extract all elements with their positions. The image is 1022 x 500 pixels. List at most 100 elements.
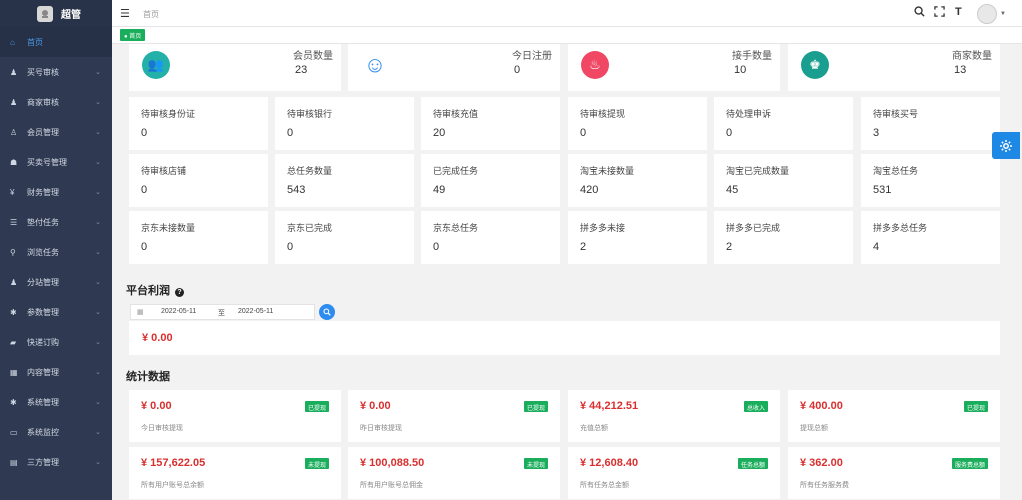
sidebar-item-11[interactable]: ▦ 内容管理 ⌄ [0,357,112,387]
fullscreen-icon[interactable] [934,6,945,20]
profit-title: 平台利润 [126,285,170,297]
sidebar-item-14[interactable]: ▤ 三方管理 ⌄ [0,447,112,477]
chevron-down-icon: ⌄ [95,459,101,466]
stats-amount: ¥ 12,608.40 [580,457,639,469]
metric-card: 待审核充值 20 [421,97,560,150]
tab-home[interactable]: ● 首页 [120,29,146,41]
metric-value: 2 [580,241,587,253]
sidebar-item-label: 三方管理 [27,457,59,467]
stats-card: ¥ 400.00 已提现 提现总额 [788,390,1000,442]
stats-amount: ¥ 44,212.51 [580,400,639,412]
search-icon: ⚲ [10,247,16,257]
metric-label: 京东总任务 [433,223,479,233]
sidebar-item-5[interactable]: ¥ 财务管理 ⌄ [0,177,112,207]
metric-label: 待审核提现 [580,109,626,119]
stat-value: 10 [734,64,747,76]
chevron-down-icon: ⌄ [95,369,101,376]
yen-icon: ¥ [10,187,15,197]
stats-label: 昨日审核提现 [360,425,402,432]
chevron-down-icon[interactable]: ▼ [1000,11,1006,17]
metric-value: 4 [873,241,880,253]
metric-value: 49 [433,184,446,196]
metric-value: 0 [141,184,148,196]
metric-card: 京东已完成 0 [275,211,414,264]
date-range-picker[interactable]: ▦ 2022-05-11 至 2022-05-11 [130,304,315,320]
breadcrumb[interactable]: 首页 [143,9,159,20]
metric-label: 待审核银行 [287,109,333,119]
robot-icon: ☺ [363,52,387,77]
sidebar-item-13[interactable]: ▭ 系统监控 ⌄ [0,417,112,447]
sidebar-item-2[interactable]: ♟ 商家审核 ⌄ [0,87,112,117]
metric-card: 已完成任务 49 [421,154,560,207]
sidebar-item-7[interactable]: ⚲ 浏览任务 ⌄ [0,237,112,267]
sidebar-item-8[interactable]: ♟ 分站管理 ⌄ [0,267,112,297]
metric-card: 待处理申诉 0 [714,97,853,150]
metric-card: 待审核银行 0 [275,97,414,150]
user-check-icon: ♟ [10,67,18,77]
date-end[interactable]: 2022-05-11 [238,308,273,315]
metric-card: 待审核店铺 0 [129,154,268,207]
search-icon[interactable] [914,6,925,20]
metric-card: 拼多多未接 2 [568,211,707,264]
menu-fold-icon[interactable]: ☰ [120,7,130,20]
status-badge: 未提现 [304,458,329,469]
metric-value: 531 [873,184,892,196]
account-icon: ☗ [10,157,18,167]
metric-card: 淘宝已完成数量 45 [714,154,853,207]
stats-card: ¥ 100,088.50 未提现 所有用户账号总佣金 [348,447,560,499]
metric-label: 京东未接数量 [141,223,196,233]
stats-label: 所有用户账号总佣金 [360,482,423,489]
sidebar-item-label: 会员管理 [27,127,59,137]
stat-label: 今日注册 [512,51,552,62]
metric-label: 京东已完成 [287,223,333,233]
status-badge: 已提现 [963,401,988,412]
status-badge: 已提现 [523,401,548,412]
metric-card: 淘宝总任务 531 [861,154,1000,207]
sidebar-item-0[interactable]: ⌂ 首页 [0,27,112,57]
sidebar-item-3[interactable]: ♙ 会员管理 ⌄ [0,117,112,147]
chevron-down-icon: ⌄ [95,279,101,286]
status-badge: 服务费总额 [951,458,988,469]
users-icon: 👥 [142,51,170,79]
sidebar-item-10[interactable]: ▰ 快递订购 ⌄ [0,327,112,357]
metric-value: 3 [873,127,880,139]
metric-value: 0 [580,127,587,139]
metric-label: 拼多多已完成 [726,223,781,233]
sidebar-item-1[interactable]: ♟ 买号审核 ⌄ [0,57,112,87]
stat-card: 👥 会员数量 23 [129,44,341,91]
sidebar-item-6[interactable]: ☰ 垫付任务 ⌄ [0,207,112,237]
sidebar-item-12[interactable]: ✱ 系统管理 ⌄ [0,387,112,417]
profit-amount: ¥ 0.00 [142,332,173,344]
theme-settings-button[interactable] [992,132,1020,159]
metric-label: 淘宝总任务 [873,166,919,176]
font-size-icon[interactable]: T [955,6,962,18]
date-start[interactable]: 2022-05-11 [161,308,196,315]
metric-value: 0 [287,127,294,139]
metric-value: 0 [141,241,148,253]
grid-icon: ▦ [10,367,18,377]
sidebar-item-label: 浏览任务 [27,247,59,257]
sidebar-item-label: 参数管理 [27,307,59,317]
member-icon: ♙ [10,127,18,137]
chevron-down-icon: ⌄ [95,129,101,136]
stats-label: 所有用户账号总余额 [141,482,204,489]
metric-card: 待审核身份证 0 [129,97,268,150]
help-icon[interactable]: ? [175,288,185,297]
metric-label: 拼多多未接 [580,223,626,233]
tags-view: ● 首页 [112,27,1022,44]
sidebar-item-9[interactable]: ✱ 参数管理 ⌄ [0,297,112,327]
calendar-icon: ▦ [137,309,144,316]
stats-card: ¥ 362.00 服务费总额 所有任务服务费 [788,447,1000,499]
metric-label: 待审核身份证 [141,109,196,119]
chevron-down-icon: ⌄ [95,189,101,196]
logo-row: 超管 [0,0,112,27]
sidebar-menu: ⌂ 首页 ♟ 买号审核 ⌄ ♟ 商家审核 ⌄ ♙ 会员管理 ⌄ ☗ 买卖号管理 ⌄ ¥ 财务管理 ⌄ ☰ 垫付任务 ⌄… [0,27,112,477]
sidebar-item-4[interactable]: ☗ 买卖号管理 ⌄ [0,147,112,177]
sidebar-item-label: 买卖号管理 [27,157,67,167]
sidebar-item-label: 垫付任务 [27,217,59,227]
avatar[interactable] [977,4,997,24]
metric-label: 淘宝已完成数量 [726,166,790,176]
stats-label: 今日审核提现 [141,425,183,432]
search-button[interactable] [319,304,335,320]
sidebar-item-label: 内容管理 [27,367,59,377]
